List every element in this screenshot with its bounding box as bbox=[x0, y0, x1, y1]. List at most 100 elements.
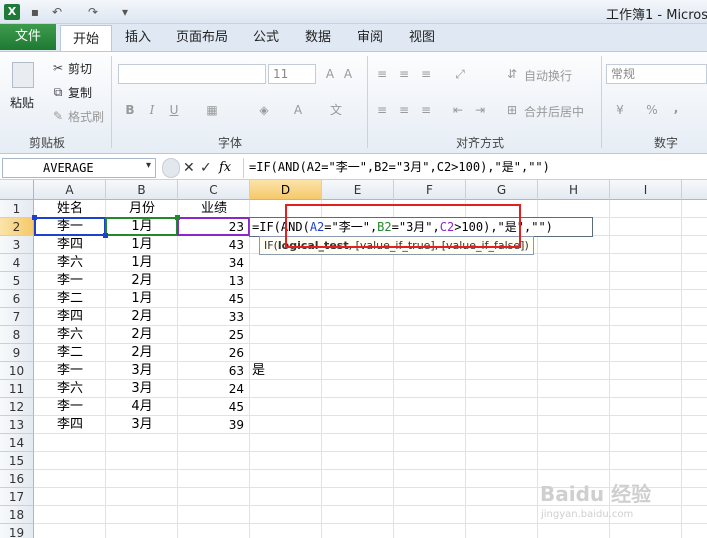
enter-icon[interactable]: ✓ bbox=[200, 159, 212, 177]
select-all-corner[interactable] bbox=[0, 180, 34, 200]
cell-b4[interactable]: 1月 bbox=[106, 254, 178, 272]
cell-b1[interactable]: 月份 bbox=[106, 200, 178, 218]
align-top-icon[interactable]: ≡ bbox=[374, 66, 390, 82]
undo-icon[interactable]: ↶ bbox=[48, 3, 66, 21]
cell-c9[interactable]: 26 bbox=[178, 344, 250, 362]
cell-a1[interactable]: 姓名 bbox=[34, 200, 106, 218]
cell-c11[interactable]: 24 bbox=[178, 380, 250, 398]
row-header[interactable]: 14 bbox=[0, 434, 34, 452]
cell-a8[interactable]: 李六 bbox=[34, 326, 106, 344]
row-header[interactable]: 8 bbox=[0, 326, 34, 344]
row-header[interactable]: 5 bbox=[0, 272, 34, 290]
cell-a13[interactable]: 李四 bbox=[34, 416, 106, 434]
column-header-i[interactable]: I bbox=[610, 180, 682, 200]
cell-c12[interactable]: 45 bbox=[178, 398, 250, 416]
align-left-icon[interactable]: ≡ bbox=[374, 102, 390, 118]
row-header[interactable]: 6 bbox=[0, 290, 34, 308]
align-middle-icon[interactable]: ≡ bbox=[396, 66, 412, 82]
column-header-d[interactable]: D bbox=[250, 180, 322, 200]
tab-page-layout[interactable]: 页面布局 bbox=[172, 24, 232, 51]
cell-a9[interactable]: 李二 bbox=[34, 344, 106, 362]
underline-icon[interactable]: U bbox=[166, 102, 182, 118]
cell-c10[interactable]: 63 bbox=[178, 362, 250, 380]
cell-c5[interactable]: 13 bbox=[178, 272, 250, 290]
column-header-f[interactable]: F bbox=[394, 180, 466, 200]
row-header[interactable]: 1 bbox=[0, 200, 34, 218]
row-header[interactable]: 19 bbox=[0, 524, 34, 538]
cell-b5[interactable]: 2月 bbox=[106, 272, 178, 290]
cell-b10[interactable]: 3月 bbox=[106, 362, 178, 380]
cell-c1[interactable]: 业绩 bbox=[178, 200, 250, 218]
cell-c4[interactable]: 34 bbox=[178, 254, 250, 272]
row-header[interactable]: 9 bbox=[0, 344, 34, 362]
cell-a12[interactable]: 李一 bbox=[34, 398, 106, 416]
column-header-a[interactable]: A bbox=[34, 180, 106, 200]
formula-bar-handle[interactable] bbox=[162, 158, 180, 178]
cell-a10[interactable]: 李一 bbox=[34, 362, 106, 380]
cell-c7[interactable]: 33 bbox=[178, 308, 250, 326]
cell-a11[interactable]: 李六 bbox=[34, 380, 106, 398]
italic-icon[interactable]: I bbox=[144, 102, 160, 118]
cell-c8[interactable]: 25 bbox=[178, 326, 250, 344]
phonetic-icon[interactable]: 文 bbox=[328, 102, 344, 118]
fill-color-icon[interactable]: ◈ bbox=[256, 102, 272, 118]
cell-a4[interactable]: 李六 bbox=[34, 254, 106, 272]
column-header-c[interactable]: C bbox=[178, 180, 250, 200]
row-header[interactable]: 17 bbox=[0, 488, 34, 506]
cell-b12[interactable]: 4月 bbox=[106, 398, 178, 416]
orientation-icon[interactable]: ⤢ bbox=[452, 66, 468, 82]
row-header[interactable]: 13 bbox=[0, 416, 34, 434]
borders-icon[interactable]: ▦ bbox=[204, 102, 220, 118]
cell-b13[interactable]: 3月 bbox=[106, 416, 178, 434]
cell-a6[interactable]: 李二 bbox=[34, 290, 106, 308]
name-box-dropdown-icon[interactable]: ▾ bbox=[146, 160, 151, 171]
tab-insert[interactable]: 插入 bbox=[118, 24, 158, 51]
cell-b6[interactable]: 1月 bbox=[106, 290, 178, 308]
formula-input[interactable]: =IF(AND(A2="李一",B2="3月",C2>100),"是","") bbox=[249, 158, 550, 176]
column-header-j[interactable] bbox=[682, 180, 707, 200]
font-size-combo[interactable]: 11 bbox=[268, 64, 316, 84]
tab-formulas[interactable]: 公式 bbox=[246, 24, 286, 51]
cell-a5[interactable]: 李一 bbox=[34, 272, 106, 290]
reference-handle[interactable] bbox=[32, 215, 37, 220]
font-name-combo[interactable] bbox=[118, 64, 266, 84]
row-header[interactable]: 2 bbox=[0, 218, 34, 236]
number-format-combo[interactable]: 常规 bbox=[606, 64, 707, 84]
merge-center-button[interactable]: 合并后居中 bbox=[524, 103, 584, 120]
paste-button[interactable]: 粘贴 bbox=[10, 94, 34, 111]
cell-c6[interactable]: 45 bbox=[178, 290, 250, 308]
cell-b8[interactable]: 2月 bbox=[106, 326, 178, 344]
cell-c3[interactable]: 43 bbox=[178, 236, 250, 254]
row-header[interactable]: 16 bbox=[0, 470, 34, 488]
copy-button[interactable]: 复制 bbox=[68, 84, 92, 101]
percent-icon[interactable]: % bbox=[644, 102, 660, 118]
row-header[interactable]: 7 bbox=[0, 308, 34, 326]
cell-c13[interactable]: 39 bbox=[178, 416, 250, 434]
column-header-g[interactable]: G bbox=[466, 180, 538, 200]
row-header[interactable]: 18 bbox=[0, 506, 34, 524]
name-box[interactable]: AVERAGE bbox=[2, 158, 156, 178]
insert-function-icon[interactable]: fx bbox=[219, 159, 231, 177]
row-header[interactable]: 4 bbox=[0, 254, 34, 272]
reference-handle[interactable] bbox=[103, 233, 108, 238]
cell-a7[interactable]: 李四 bbox=[34, 308, 106, 326]
row-header[interactable]: 11 bbox=[0, 380, 34, 398]
tab-data[interactable]: 数据 bbox=[298, 24, 338, 51]
cell-b11[interactable]: 3月 bbox=[106, 380, 178, 398]
grow-font-icon[interactable]: A bbox=[322, 66, 338, 82]
accounting-format-icon[interactable]: ¥ bbox=[612, 102, 628, 118]
shrink-font-icon[interactable]: A bbox=[340, 66, 356, 82]
cancel-icon[interactable]: ✕ bbox=[183, 159, 195, 177]
cell-b7[interactable]: 2月 bbox=[106, 308, 178, 326]
cut-button[interactable]: 剪切 bbox=[68, 60, 92, 77]
tab-view[interactable]: 视图 bbox=[402, 24, 442, 51]
customize-quick-access-icon[interactable]: ▾ bbox=[116, 3, 134, 21]
wrap-text-button[interactable]: 自动换行 bbox=[524, 67, 572, 84]
tab-home[interactable]: 开始 bbox=[60, 25, 112, 51]
comma-style-icon[interactable]: , bbox=[668, 100, 684, 116]
align-bottom-icon[interactable]: ≡ bbox=[418, 66, 434, 82]
cell-a3[interactable]: 李四 bbox=[34, 236, 106, 254]
save-icon[interactable]: ▪ bbox=[26, 3, 44, 21]
row-header[interactable]: 12 bbox=[0, 398, 34, 416]
row-header[interactable]: 10 bbox=[0, 362, 34, 380]
